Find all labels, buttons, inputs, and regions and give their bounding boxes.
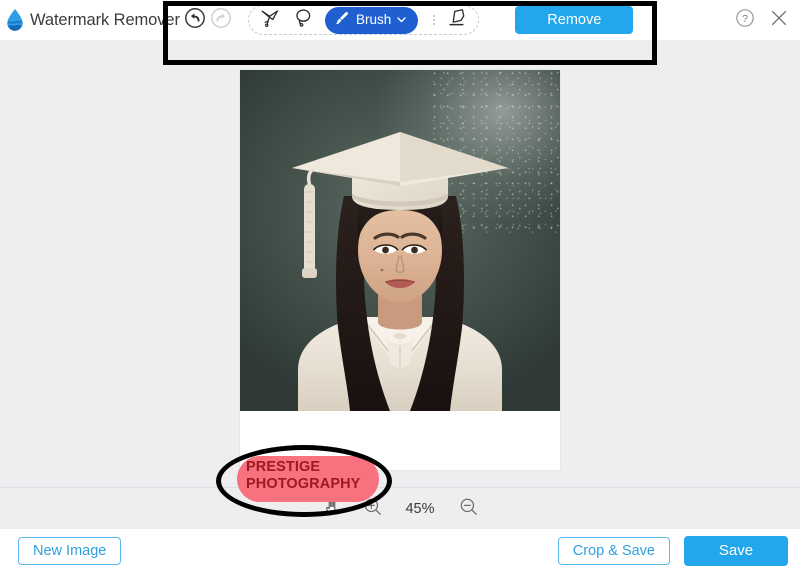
crop-and-save-button[interactable]: Crop & Save — [557, 536, 670, 565]
polygon-lasso-tool[interactable] — [255, 6, 285, 34]
freehand-lasso-icon — [292, 7, 314, 34]
app-brand: Watermark Remover — [0, 8, 180, 32]
selection-tool-group: Brush — [248, 5, 480, 35]
paintbrush-icon — [334, 10, 351, 30]
watermark-text: PRESTIGE PHOTOGRAPHY — [246, 459, 360, 493]
question-circle-icon: ? — [735, 8, 755, 33]
zoom-toolbar: 45% — [0, 487, 800, 530]
zoom-in-button[interactable] — [361, 498, 383, 520]
polygon-lasso-icon — [259, 7, 281, 34]
save-button[interactable]: Save — [684, 535, 788, 566]
image-paper — [240, 70, 560, 470]
zoom-out-button[interactable] — [457, 498, 479, 520]
bottom-action-bar: New Image Crop & Save Save — [0, 529, 800, 572]
editor-toolbar: Brush Remove ? — [160, 0, 800, 40]
brush-tool-label: Brush — [356, 12, 392, 28]
chevron-down-icon — [396, 13, 407, 28]
new-image-button[interactable]: New Image — [18, 536, 122, 565]
brush-tool-button[interactable]: Brush — [325, 6, 419, 34]
undo-arrow-icon — [184, 7, 206, 34]
zoom-out-icon — [459, 497, 478, 521]
close-x-icon — [769, 8, 789, 33]
remove-watermark-button[interactable]: Remove — [515, 6, 634, 34]
watermark-line-2: PHOTOGRAPHY — [246, 476, 361, 492]
header-actions: ? — [732, 7, 800, 33]
bottom-right-actions: Crop & Save Save — [557, 535, 800, 566]
watermark-line-1: PRESTIGE — [246, 459, 321, 475]
graduation-portrait-photo — [240, 70, 560, 411]
image-canvas-area[interactable]: PRESTIGE PHOTOGRAPHY — [0, 40, 800, 517]
redo-button[interactable] — [208, 7, 234, 33]
portrait-figure — [292, 132, 508, 411]
undo-button[interactable] — [182, 7, 208, 33]
help-button[interactable]: ? — [732, 7, 758, 33]
eraser-icon — [445, 7, 469, 34]
eraser-tool[interactable] — [442, 6, 472, 34]
redo-arrow-icon — [210, 7, 232, 34]
zoom-level-value: 45% — [405, 501, 435, 517]
svg-text:?: ? — [742, 13, 748, 25]
toolbar-separator — [429, 10, 439, 30]
zoom-in-icon — [363, 497, 382, 521]
app-header: Watermark Remover Brush Remove ? — [0, 0, 800, 40]
water-drop-logo-icon — [4, 8, 26, 32]
close-button[interactable] — [766, 7, 792, 33]
freehand-lasso-tool[interactable] — [288, 6, 318, 34]
app-title: Watermark Remover — [30, 10, 180, 29]
